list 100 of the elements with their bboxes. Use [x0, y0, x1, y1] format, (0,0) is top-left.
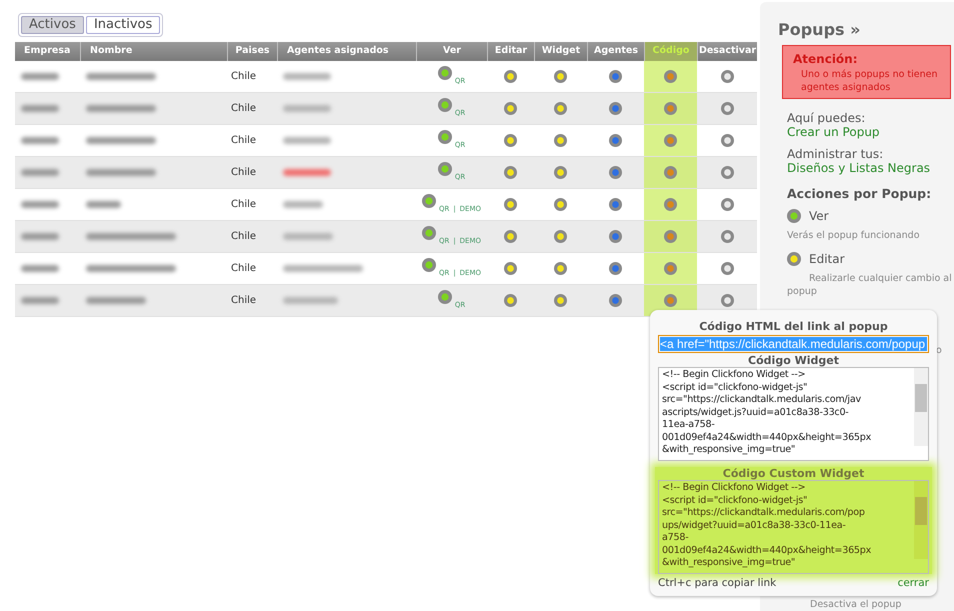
column-header[interactable]: Widget: [542, 44, 580, 59]
status-dot-icon[interactable]: [664, 198, 677, 211]
close-link[interactable]: cerrar: [898, 576, 929, 592]
column-header[interactable]: Agentes asignados: [287, 44, 389, 59]
alert-text: Uno o más popups no tienen agentes asignados: [800, 68, 939, 94]
status-dot-icon[interactable]: [609, 134, 622, 147]
column-header[interactable]: Agentes: [594, 44, 638, 59]
actions-title: Acciones por Popup:: [786, 185, 932, 203]
sidebar-title: Popups »: [778, 19, 862, 41]
sidebar-text: Aquí puedes:: [787, 111, 866, 125]
table-cell-text: Chile: [231, 198, 256, 212]
status-dot-icon[interactable]: [720, 166, 734, 179]
sidebar-text: Desactiva el popup: [810, 599, 902, 610]
scrollbar[interactable]: [914, 368, 928, 446]
status-dot-icon[interactable]: [609, 262, 622, 275]
status-dot-icon[interactable]: [438, 66, 452, 80]
status-dot-icon[interactable]: [720, 262, 734, 275]
scrollbar[interactable]: [914, 481, 928, 559]
status-dot-icon[interactable]: [554, 230, 567, 243]
status-dot-icon[interactable]: [609, 70, 622, 83]
status-dot-icon[interactable]: [720, 134, 734, 147]
table-cell-text: Chile: [231, 134, 256, 148]
status-dot-icon[interactable]: [720, 70, 734, 83]
status-dot-icon[interactable]: [504, 166, 517, 179]
status-dot-icon[interactable]: [720, 230, 734, 243]
status-dot-icon[interactable]: [554, 198, 567, 211]
section-title: Código HTML del link al popup: [698, 320, 889, 333]
status-dot-icon[interactable]: [664, 294, 677, 307]
redacted-text: [21, 201, 59, 208]
status-dot-icon[interactable]: [504, 198, 517, 211]
hint-text: Ctrl+c para copiar link: [658, 576, 776, 591]
status-dot-icon[interactable]: [554, 134, 567, 147]
status-dot-icon[interactable]: [438, 162, 452, 176]
column-header[interactable]: Nombre: [90, 44, 132, 59]
section-title: Código Widget: [747, 354, 840, 367]
action-description: Verás el popup funcionando: [787, 228, 921, 242]
status-dot-icon[interactable]: [664, 262, 677, 275]
link-code-field[interactable]: <a href="https://clickandtalk.medularis.com/popup: [658, 335, 929, 353]
status-dot-icon[interactable]: [609, 198, 622, 211]
status-dot-icon[interactable]: [664, 102, 677, 115]
status-dot-icon[interactable]: [422, 226, 436, 240]
action-label: Ver: [809, 208, 829, 225]
status-dot-icon[interactable]: [554, 294, 567, 307]
redacted-text: [21, 233, 59, 240]
code-field[interactable]: <!-- Begin Clickfono Widget --> <script id="clickfono-widget-js" src="https://clickandtalk.medularis.com/jav ascripts/widget.js?uuid=a01c8a38-33c0- 11ea-a758- 001d09ef4a24&width=440px&height=365px &with_responsive_img=true": [658, 367, 929, 461]
status-dot-icon[interactable]: [554, 102, 567, 115]
table-cell-text: Chile: [231, 102, 256, 116]
status-dot-icon[interactable]: [504, 70, 517, 83]
status-dot-icon[interactable]: [554, 166, 567, 179]
status-dot-icon[interactable]: [609, 294, 622, 307]
redacted-text: [86, 105, 156, 112]
code-field[interactable]: <!-- Begin Clickfono Widget --> <script id="clickfono-widget-js" src="https://clickandtalk.medularis.com/pop ups/widget?uuid=a01c8a38-33c0-11ea- a758- 001d09ef4a24&width=440px&height=365px &with_responsive_img=true": [658, 480, 929, 574]
status-dot-icon[interactable]: [504, 134, 517, 147]
status-dot-icon[interactable]: [664, 166, 677, 179]
status-dot-icon[interactable]: [720, 102, 734, 115]
sidebar-link[interactable]: Crear un Popup: [787, 125, 880, 139]
action-description: Realizarle cualquier cambio al popup: [787, 272, 953, 298]
table-cell-text: Chile: [231, 166, 256, 180]
alert-title: Atención:: [793, 51, 859, 68]
status-dot-icon[interactable]: [504, 230, 517, 243]
status-dot-icon[interactable]: [609, 166, 622, 179]
status-dot-icon[interactable]: [664, 70, 677, 83]
column-header[interactable]: Paises: [235, 44, 270, 59]
redacted-text: [21, 169, 59, 176]
status-dot-icon[interactable]: [554, 70, 567, 83]
redacted-text: [21, 297, 59, 304]
redacted-text: [86, 201, 121, 208]
status-dot-icon[interactable]: [609, 230, 622, 243]
status-dot-icon[interactable]: [438, 290, 452, 304]
column-header[interactable]: Ver: [443, 44, 461, 59]
sidebar-text: Administrar tus:: [787, 147, 884, 161]
column-header[interactable]: Editar: [494, 44, 528, 59]
status-dot-icon[interactable]: [504, 102, 517, 115]
status-dot-icon[interactable]: [664, 230, 677, 243]
table-cell-text: Chile: [231, 262, 256, 276]
column-header[interactable]: Empresa: [24, 44, 70, 59]
status-dot-icon[interactable]: [720, 198, 734, 211]
status-dot-icon[interactable]: [664, 134, 677, 147]
section-title: Código Custom Widget: [722, 467, 866, 480]
redacted-text: [86, 137, 156, 144]
sidebar-link[interactable]: Diseños y Listas Negras: [787, 161, 930, 175]
column-header[interactable]: Desactivar: [698, 44, 756, 59]
redacted-text: [21, 105, 59, 112]
filter-tab[interactable]: Inactivos: [86, 16, 160, 34]
status-dot-icon[interactable]: [438, 98, 452, 112]
status-dot-icon[interactable]: [422, 258, 436, 272]
action-label: Editar: [809, 250, 845, 268]
redacted-text: [21, 137, 59, 144]
status-dot-icon[interactable]: [720, 294, 734, 307]
redacted-text: [86, 169, 156, 176]
status-dot-icon[interactable]: [504, 294, 517, 307]
status-dot-icon[interactable]: [438, 130, 452, 144]
table-cell-text: Chile: [231, 230, 256, 244]
status-dot-icon[interactable]: [422, 194, 436, 208]
table-cell-text: Chile: [231, 70, 256, 84]
filter-tab[interactable]: Activos: [21, 16, 84, 34]
redacted-text: [21, 73, 59, 80]
status-dot-icon[interactable]: [504, 262, 517, 275]
status-dot-icon[interactable]: [609, 102, 622, 115]
status-dot-icon[interactable]: [554, 262, 567, 275]
